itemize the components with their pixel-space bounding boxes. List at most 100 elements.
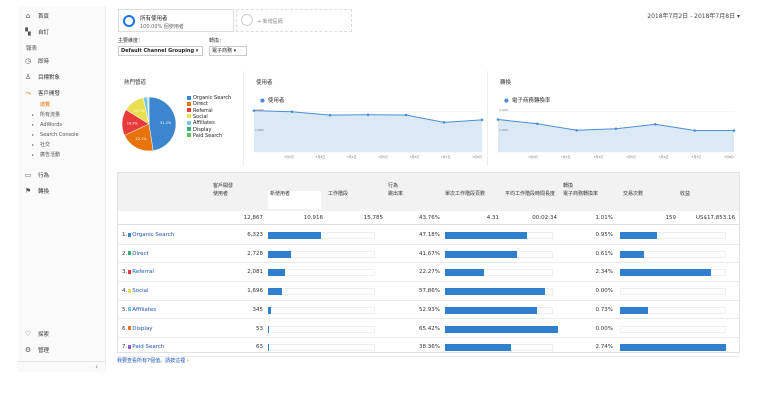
col-pages-per-session[interactable]: 單次工作階段頁數 — [445, 191, 498, 197]
channel-name-link[interactable]: 2. Direct — [122, 251, 149, 257]
cell-bounce-rate: 57.86% — [419, 288, 440, 295]
sidebar-item-label: 自訂 — [38, 30, 50, 36]
data-point[interactable] — [328, 113, 332, 117]
sidebar-item-realtime[interactable]: ◷ 即時 — [18, 55, 106, 67]
channel-label: Social — [132, 288, 149, 295]
channel-name-link[interactable]: 3. Referral — [122, 269, 154, 275]
col-transactions[interactable]: 交易次數 — [623, 191, 676, 197]
col-avg-session-duration[interactable]: 平均工作階段時間長度 — [505, 191, 558, 197]
data-point[interactable] — [536, 122, 539, 126]
bounce-rate-bar — [445, 269, 484, 277]
y-tick-label: 1,000 — [255, 128, 264, 132]
sidebar-item-home[interactable]: ⌂ 首頁 — [18, 10, 106, 22]
col-bounce-rate[interactable]: 跳出率 — [388, 191, 441, 197]
data-point[interactable] — [442, 121, 446, 124]
acquisition-icon: ⤳ — [25, 88, 31, 97]
data-point[interactable] — [575, 128, 578, 132]
data-point[interactable] — [480, 118, 484, 122]
legend-item: Paid Search — [187, 133, 222, 139]
users-bar-track — [268, 288, 375, 296]
sidebar-item-audience[interactable]: ♙ 目標對象 — [18, 71, 106, 83]
x-tick-label: 7月8日 — [724, 155, 734, 159]
total-revenue: US$17,853.16 — [695, 215, 735, 221]
channel-name-link[interactable]: 1. Organic Search — [122, 232, 174, 238]
conversion-label: 轉換： — [209, 38, 225, 44]
sidebar-subitem-overview[interactable]: 總覽 — [40, 100, 50, 109]
footer-note: 我要查看所有7個值。請按這裡 › — [117, 358, 189, 364]
cell-conversion-rate: 0.00% — [595, 325, 613, 332]
sidebar-item-label: 探索 — [38, 332, 50, 338]
add-segment-label: + 新增區隔 — [257, 19, 283, 25]
sidebar-item-label: 管理 — [38, 348, 50, 354]
legend-item: Direct — [187, 101, 208, 107]
data-point[interactable] — [732, 129, 736, 132]
primary-dimension-select[interactable]: Default Channel Grouping ▾ — [118, 46, 203, 56]
conversion-panel: 轉換 電子商務轉換率 2.00%1.00%7月2日7月3日7月4日7月5日7月6… — [494, 71, 740, 166]
sidebar-subitem-social[interactable]: ▸ 社交 — [32, 140, 50, 149]
sidebar-subitem-campaigns[interactable]: ▸ 廣告活動 — [32, 150, 60, 159]
channel-name-link[interactable]: 5. Affiliates — [122, 307, 156, 313]
data-point[interactable] — [404, 113, 408, 117]
cell-conversion-rate: 2.74% — [595, 344, 613, 351]
gear-icon: ⚙ — [24, 346, 32, 354]
segment-circle-icon — [123, 15, 135, 27]
channel-swatch — [128, 307, 132, 312]
users-line-chart: 2,000 1,000 7月2日 7月3日 7月4日 7月5日 7月6日 7月7日 7月8日 — [252, 108, 484, 159]
total-transactions: 159 — [665, 215, 677, 221]
bounce-rate-bar — [445, 288, 546, 296]
data-point[interactable] — [693, 129, 696, 132]
conversion-rate-bar — [620, 344, 726, 352]
channel-label: Direct — [132, 250, 149, 257]
sidebar: ⌂ 首頁 ▚ 自訂 報表 ◷ 即時 ♙ 目標對象 ⤳ 客戶開發 總覽 ▸ 所有流量… — [18, 6, 106, 372]
segment-all-users[interactable]: 所有使用者 100.00% 個使用者 — [118, 9, 234, 32]
cell-bounce-rate: 47.18% — [419, 232, 440, 238]
legend-label: Organic Search — [193, 95, 232, 101]
col-new-users[interactable]: 新使用者 — [268, 191, 321, 209]
sidebar-item-label: 客戶開發 — [38, 91, 61, 97]
data-point[interactable] — [366, 113, 370, 117]
col-sessions[interactable]: 工作階段 — [328, 191, 381, 197]
legend-label: Referral — [193, 107, 213, 114]
date-range-picker[interactable]: 2018年7月2日 - 2018年7月8日 ▾ — [647, 11, 740, 20]
legend-item: Social — [187, 114, 208, 120]
footer-text[interactable]: 我要查看所有7個值。請按這裡 — [117, 358, 185, 364]
clock-icon: ◷ — [24, 57, 32, 65]
sidebar-item-behavior[interactable]: ▭ 行為 — [18, 169, 106, 181]
data-point[interactable] — [654, 122, 657, 126]
sidebar-subitem-all-traffic[interactable]: ▸ 所有流量 — [32, 110, 60, 119]
sidebar-item-acquisition[interactable]: ⤳ 客戶開發 — [18, 87, 106, 99]
col-revenue[interactable]: 收益 — [680, 191, 733, 197]
x-tick-label: 7月5日 — [378, 155, 388, 159]
sidebar-item-custom[interactable]: ▚ 自訂 — [18, 26, 106, 38]
data-point[interactable] — [614, 127, 618, 131]
x-tick-label: 7月6日 — [659, 155, 669, 159]
sidebar-item-label: 轉換 — [38, 189, 50, 195]
channel-name-link[interactable]: 4. Social — [122, 288, 149, 294]
sidebar-item-admin[interactable]: ⚙ 管理 — [18, 344, 106, 356]
conversion-select[interactable]: 電子商務 ▾ — [209, 46, 247, 56]
sidebar-item-discover[interactable]: ♡ 探索 — [18, 328, 106, 340]
x-tick-label: 7月4日 — [593, 155, 603, 159]
x-tick-label: 7月3日 — [315, 155, 325, 159]
group-conversions: 轉換 — [563, 183, 574, 189]
home-icon: ⌂ — [25, 12, 31, 20]
users-bar-track — [268, 325, 375, 333]
y-tick-label: 2,000 — [255, 108, 264, 112]
cell-bounce-rate: 41.67% — [419, 250, 440, 257]
add-segment-button[interactable]: + 新增區隔 — [236, 9, 352, 32]
data-point[interactable] — [496, 118, 500, 121]
bounce-rate-bar — [445, 306, 537, 314]
col-users[interactable]: 使用者 — [213, 191, 266, 197]
channel-name-link[interactable]: 7. Paid Search — [122, 344, 164, 350]
sidebar-collapse-button[interactable]: ‹ — [18, 361, 106, 372]
data-point[interactable] — [290, 110, 294, 114]
sidebar-subitem-search-console[interactable]: ▸ Search Console — [32, 130, 79, 139]
sidebar-item-label: 行為 — [38, 173, 50, 179]
pie-slice-label: 51.2% — [160, 121, 172, 125]
cell-conversion-rate: 0.73% — [595, 306, 613, 313]
col-conversion-rate[interactable]: 電子商務轉換率 — [563, 191, 616, 197]
channel-name-link[interactable]: 6. Display — [122, 326, 153, 332]
sidebar-subitem-adwords[interactable]: ▸ AdWords — [32, 120, 62, 129]
sidebar-item-conversions[interactable]: ⚑ 轉換 — [18, 185, 106, 197]
bounce-rate-bar — [445, 250, 518, 258]
